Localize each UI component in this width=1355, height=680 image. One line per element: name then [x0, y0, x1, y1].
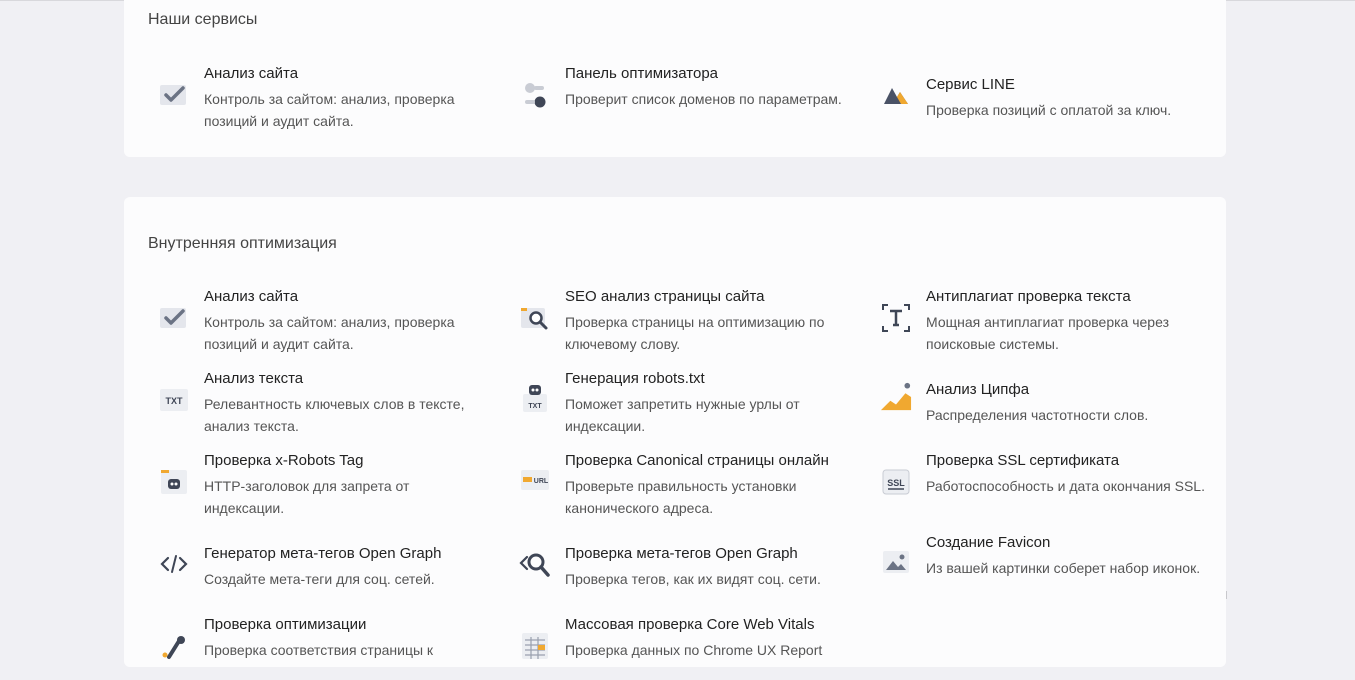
tool-og-generator[interactable]: Генератор мета-тегов Open Graph Создайте… [158, 545, 488, 589]
ssl-icon-label: SSL [887, 478, 905, 488]
page-search-icon [519, 302, 551, 334]
tool-favicon[interactable]: Создание Favicon Из вашей картинки собер… [880, 534, 1210, 598]
tool-robots-generator[interactable]: TXT Генерация robots.txt Поможет запрети… [519, 370, 849, 434]
tool-text-analysis[interactable]: TXT Анализ текста Релевантность ключевых… [158, 370, 488, 434]
checkmark-icon [158, 302, 190, 334]
robot-icon-label: TXT [528, 403, 542, 410]
service-item-site-analysis[interactable]: Анализ сайта Контроль за сайтом: анализ,… [158, 65, 488, 129]
tool-canonical-check[interactable]: URL Проверка Canonical страницы онлайн П… [519, 452, 849, 516]
tool-title[interactable]: Анализ текста [204, 370, 303, 387]
tool-title[interactable]: Массовая проверка Core Web Vitals [565, 616, 814, 633]
tool-optimization-check[interactable]: Проверка оптимизации Проверка соответств… [158, 616, 488, 680]
robots-tag-icon [158, 466, 190, 498]
robot-icon: TXT [519, 382, 551, 414]
txt-icon-label: TXT [166, 396, 184, 406]
tool-desc: Из вашей картинки соберет набор иконок. [926, 560, 1201, 576]
tool-title[interactable]: SEO анализ страницы сайта [565, 288, 765, 305]
tool-desc: Поможет запретить нужные урлы от индекса… [565, 396, 800, 434]
tool-desc: Распределения частотности слов. [926, 407, 1149, 423]
service-item-title[interactable]: Сервис LINE [926, 76, 1015, 93]
tool-site-analysis[interactable]: Анализ сайта Контроль за сайтом: анализ,… [158, 288, 488, 352]
code-icon [158, 548, 190, 580]
rocket-icon [158, 630, 190, 662]
tool-core-web-vitals[interactable]: Массовая проверка Core Web Vitals Провер… [519, 616, 849, 680]
txt-icon: TXT [158, 384, 190, 416]
service-item-desc: Проверит список доменов по параметрам. [565, 91, 842, 107]
service-item-title[interactable]: Анализ сайта [204, 65, 298, 82]
service-item-desc: Проверка позиций с оплатой за ключ. [926, 102, 1172, 118]
tool-desc: Проверьте правильность установки канонич… [565, 478, 797, 516]
internal-optimization-card: Внутренняя оптимизация Анализ сайта Конт… [124, 197, 1226, 667]
tool-title[interactable]: Проверка мета-тегов Open Graph [565, 545, 798, 562]
tool-desc: Проверка тегов, как их видят соц. сети. [565, 571, 821, 587]
tool-og-check[interactable]: Проверка мета-тегов Open Graph Проверка … [519, 545, 849, 589]
tool-title[interactable]: Антиплагиат проверка текста [926, 288, 1131, 305]
service-item-desc: Контроль за сайтом: анализ, проверка поз… [204, 91, 455, 129]
tool-title[interactable]: Проверка SSL сертификата [926, 452, 1119, 469]
tag-search-icon [519, 548, 551, 580]
tool-title[interactable]: Проверка оптимизации [204, 616, 366, 633]
tool-title[interactable]: Генерация robots.txt [565, 370, 705, 387]
scroll-indicator [1226, 591, 1227, 599]
service-item-optimizer-panel[interactable]: Панель оптимизатора Проверит список доме… [519, 65, 849, 129]
tool-desc: Создайте мета-теги для соц. сетей. [204, 571, 435, 587]
tool-antiplagiarism[interactable]: Антиплагиат проверка текста Мощная антип… [880, 288, 1210, 352]
tool-desc: Проверка страницы на оптимизацию по ключ… [565, 314, 825, 352]
image-icon [880, 546, 912, 578]
tool-title[interactable]: Проверка x-Robots Tag [204, 452, 363, 469]
tool-zipf-analysis[interactable]: Анализ Ципфа Распределения частотности с… [880, 381, 1210, 425]
tool-desc: Релевантность ключевых слов в тексте, ан… [204, 396, 465, 434]
tool-desc: Работоспособность и дата окончания SSL. [926, 478, 1205, 494]
tool-desc: Проверка соответствия страницы к [204, 642, 434, 658]
mountains-icon [880, 78, 912, 110]
internal-title: Внутренняя оптимизация [148, 235, 337, 252]
tool-seo-page-analysis[interactable]: SEO анализ страницы сайта Проверка стран… [519, 288, 849, 352]
services-title: Наши сервисы [148, 11, 258, 28]
url-icon-label: URL [534, 478, 549, 485]
tool-desc: Контроль за сайтом: анализ, проверка поз… [204, 314, 455, 352]
table-grid-icon [519, 630, 551, 662]
area-chart-icon [880, 381, 912, 413]
tool-desc: Мощная антиплагиат проверка через поиско… [926, 314, 1169, 352]
services-card: Наши сервисы Анализ сайта Контроль за са… [124, 0, 1226, 157]
tool-title[interactable]: Создание Favicon [926, 534, 1050, 551]
tool-ssl-check[interactable]: SSL Проверка SSL сертификата Работоспосо… [880, 452, 1210, 516]
tool-title[interactable]: Проверка Canonical страницы онлайн [565, 452, 829, 469]
tool-desc: HTTP-заголовок для запрета от индексации… [204, 478, 410, 516]
tool-x-robots-tag[interactable]: Проверка x-Robots Tag HTTP-заголовок для… [158, 452, 488, 516]
text-frame-icon [880, 302, 912, 334]
tool-title[interactable]: Генератор мета-тегов Open Graph [204, 545, 441, 562]
tool-title[interactable]: Анализ Ципфа [926, 381, 1029, 398]
checkmark-icon [158, 79, 190, 111]
tool-desc: Проверка данных по Chrome UX Report [565, 642, 823, 658]
service-item-title[interactable]: Панель оптимизатора [565, 65, 718, 82]
tool-title[interactable]: Анализ сайта [204, 288, 298, 305]
ssl-icon: SSL [880, 466, 912, 498]
toggle-panel-icon [519, 79, 551, 111]
url-icon: URL [519, 464, 551, 496]
service-item-line[interactable]: Сервис LINE Проверка позиций с оплатой з… [880, 76, 1210, 120]
